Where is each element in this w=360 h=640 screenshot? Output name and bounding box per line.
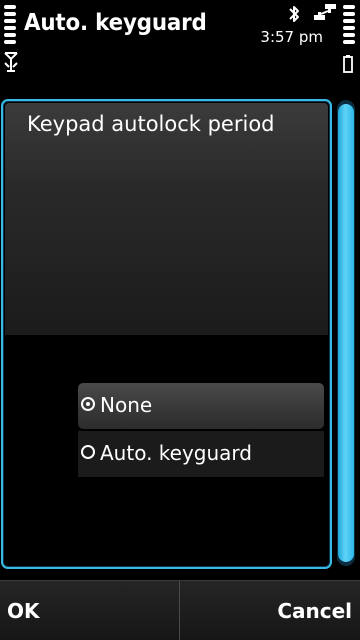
dialog-heading: Keypad autolock period bbox=[27, 112, 275, 136]
signal-strength-icon bbox=[4, 5, 16, 45]
page-title: Auto. keyguard bbox=[24, 10, 207, 36]
radio-dot bbox=[86, 402, 90, 406]
softkey-divider bbox=[179, 581, 180, 640]
dialog-header: Keypad autolock period bbox=[5, 103, 328, 335]
screen: Auto. keyguard 3:57 pm Keypad autolock p… bbox=[0, 0, 360, 640]
clock: 3:57 pm bbox=[260, 28, 323, 46]
status-bar: Auto. keyguard 3:57 pm bbox=[0, 0, 360, 90]
ok-button[interactable]: OK bbox=[7, 581, 40, 640]
network-connection-icon bbox=[314, 4, 336, 20]
radio-option-auto-keyguard[interactable]: Auto. keyguard bbox=[78, 431, 324, 477]
cancel-button[interactable]: Cancel bbox=[277, 581, 352, 640]
battery-level-icon bbox=[343, 5, 355, 45]
scroll-thumb[interactable] bbox=[338, 104, 354, 562]
radio-option-label: None bbox=[100, 393, 153, 417]
radio-option-label: Auto. keyguard bbox=[100, 441, 253, 465]
radio-selected-icon bbox=[81, 397, 95, 411]
radio-option-none[interactable]: None bbox=[78, 383, 324, 429]
scrollbar[interactable] bbox=[335, 100, 357, 566]
radio-unselected-icon bbox=[81, 445, 95, 459]
antenna-icon bbox=[4, 52, 18, 72]
bluetooth-icon bbox=[289, 6, 299, 22]
radio-list: None Auto. keyguard bbox=[78, 383, 324, 477]
dialog: Keypad autolock period bbox=[1, 99, 332, 569]
battery-icon bbox=[343, 55, 353, 73]
softkey-bar: OK Cancel bbox=[0, 580, 360, 640]
